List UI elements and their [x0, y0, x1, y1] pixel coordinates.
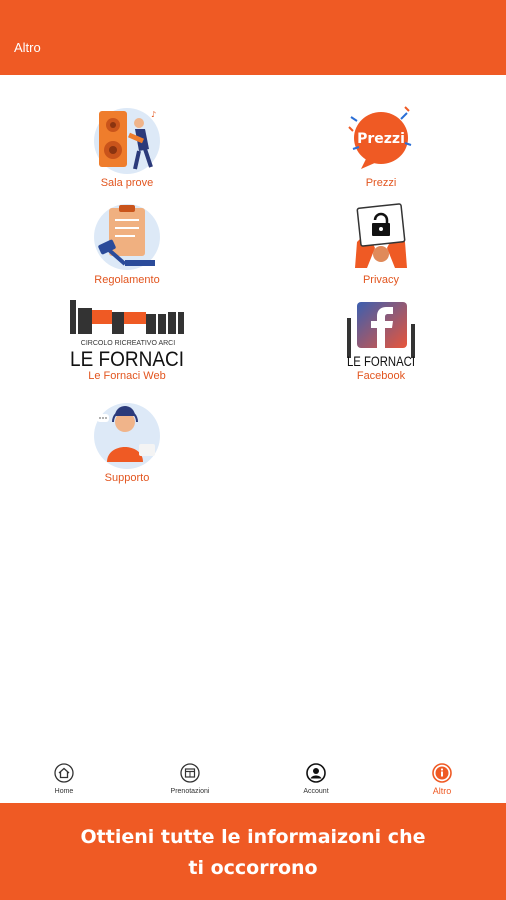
regolamento-label: Regolamento: [94, 274, 160, 286]
facebook-label: Facebook: [356, 370, 406, 382]
support-agent-icon: [94, 403, 160, 469]
rules-gavel-icon: [94, 204, 160, 270]
nav-prenotazioni[interactable]: Prenotazioni: [150, 763, 230, 795]
nav-home[interactable]: Home: [24, 763, 104, 795]
le-fornaci-logo: CIRCOLO RICREATIVO ARCI LE FORNACI: [70, 300, 184, 370]
info-icon: [432, 763, 452, 783]
banner-line-1: Ottieni tutte le informaizoni che: [80, 826, 426, 848]
privacy-label: Privacy: [362, 274, 400, 286]
nav-altro-label: Altro: [432, 786, 452, 796]
nav-account-label: Account: [303, 788, 329, 795]
supporto-label: Supporto: [104, 472, 150, 484]
nav-account[interactable]: Account: [276, 763, 356, 795]
svg-text:♪: ♪: [151, 110, 156, 119]
promo-banner: Ottieni tutte le informaizoni che ti occ…: [0, 803, 506, 900]
banner-line-2: ti occorrono: [188, 857, 318, 879]
nav-altro[interactable]: Altro: [402, 763, 482, 796]
menu-item-facebook[interactable]: LE FORNACI Facebook: [316, 298, 446, 388]
calendar-booking-icon: [180, 763, 200, 783]
nav-home-label: Home: [54, 788, 74, 795]
nav-prenotazioni-label: Prenotazioni: [170, 788, 210, 795]
sala-prove-label: Sala prove: [100, 177, 154, 189]
facebook-logo-name: LE FORNACI: [347, 353, 415, 369]
bottom-navigation: Home Prenotazioni Account Altro: [0, 757, 506, 803]
menu-item-regolamento[interactable]: Regolamento: [62, 202, 192, 292]
price-tag-icon: Prezzi: [348, 106, 412, 169]
facebook-icon: LE FORNACI: [347, 302, 415, 369]
le-fornaci-web-label: Le Fornaci Web: [88, 370, 166, 382]
menu-item-prezzi[interactable]: Prezzi Prezzi: [316, 105, 446, 195]
home-icon: [54, 763, 74, 783]
prezzi-badge-text: Prezzi: [357, 131, 405, 147]
menu-item-le-fornaci-web[interactable]: CIRCOLO RICREATIVO ARCI LE FORNACI Le Fo…: [62, 298, 192, 388]
menu-item-supporto[interactable]: Supporto: [62, 400, 192, 490]
logo-name-text: LE FORNACI: [70, 348, 184, 370]
menu-item-privacy[interactable]: Privacy: [316, 202, 446, 292]
logo-circolo-text: CIRCOLO RICREATIVO ARCI: [81, 340, 175, 347]
app-bar: Altro: [0, 0, 506, 75]
account-icon: [306, 763, 326, 783]
rehearsal-room-icon: ♪: [94, 108, 160, 174]
privacy-lock-icon: [355, 203, 407, 268]
page-title: Altro: [14, 40, 41, 55]
menu-item-sala-prove[interactable]: ♪ Sala prove: [62, 105, 192, 195]
prezzi-label: Prezzi: [365, 177, 397, 189]
